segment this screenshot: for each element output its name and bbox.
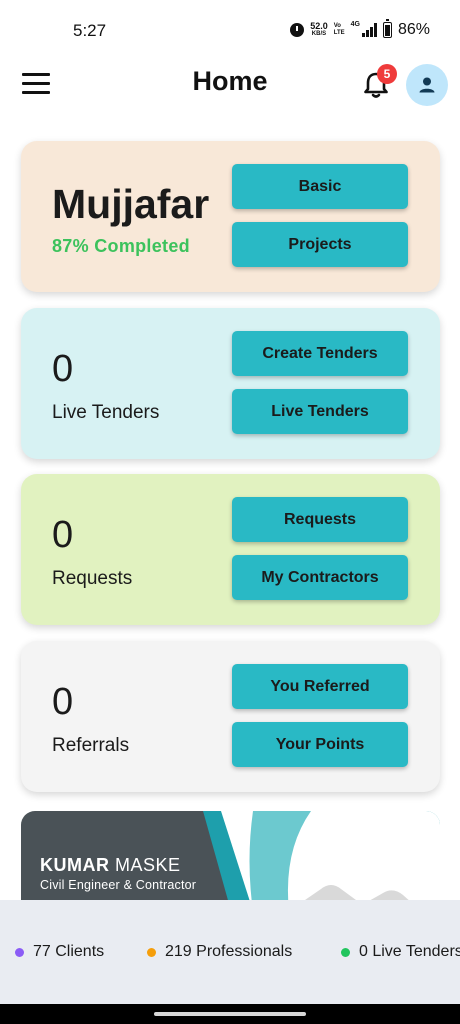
alarm-icon xyxy=(290,23,305,37)
banner-name-rest: MASKE xyxy=(109,855,181,875)
network-type: 4G xyxy=(350,21,360,28)
live-tenders-label: Live Tenders xyxy=(52,402,160,423)
stat-live-tenders: 0 Live Tenders xyxy=(341,943,460,961)
net-speed-unit: KB/S xyxy=(311,31,327,37)
system-nav-bar xyxy=(0,1004,460,1024)
battery-level: 86% xyxy=(397,21,430,38)
requests-label: Requests xyxy=(52,568,133,589)
volte-indicator: Vo LTE xyxy=(334,23,345,37)
banner-name: KUMAR MASKE xyxy=(40,855,181,876)
net-speed: 52.0 KB/S xyxy=(310,22,328,38)
status-indicators: 52.0 KB/S Vo LTE 4G 86% xyxy=(290,19,430,39)
profile-card: Mujjafar 87% Completed Basic Projects xyxy=(21,141,440,292)
stats-ticker: 77 Clients 219 Professionals 0 Live Tend… xyxy=(0,900,460,1004)
profile-completion: 87% Completed xyxy=(52,236,190,256)
notifications-button[interactable]: 5 xyxy=(362,64,397,100)
requests-count: 0 xyxy=(52,514,74,556)
user-name: Mujjafar xyxy=(52,181,210,227)
referrals-count: 0 xyxy=(52,681,74,723)
stat-dot-green xyxy=(341,947,350,957)
your-points-button[interactable]: Your Points xyxy=(232,722,408,767)
projects-button[interactable]: Projects xyxy=(232,222,408,267)
requests-button[interactable]: Requests xyxy=(232,497,408,542)
you-referred-button[interactable]: You Referred xyxy=(232,664,408,709)
stat-live-tenders-text: 0 Live Tenders xyxy=(359,943,460,960)
live-tenders-count: 0 xyxy=(52,348,74,390)
user-icon xyxy=(419,77,435,93)
stat-clients: 77 Clients xyxy=(15,943,104,961)
live-tenders-button[interactable]: Live Tenders xyxy=(232,389,408,434)
signal-icon xyxy=(361,23,377,37)
tenders-card: 0 Live Tenders Create Tenders Live Tende… xyxy=(21,308,440,459)
referrals-card: 0 Referrals You Referred Your Points xyxy=(21,641,440,792)
stat-professionals-text: 219 Professionals xyxy=(165,943,293,960)
battery-icon xyxy=(382,19,392,38)
net-speed-value: 52.0 xyxy=(310,21,328,31)
stat-dot-purple xyxy=(15,947,24,957)
basic-button[interactable]: Basic xyxy=(232,164,408,209)
volte-line1: Vo xyxy=(333,23,341,29)
stat-professionals: 219 Professionals xyxy=(147,943,292,961)
my-contractors-button[interactable]: My Contractors xyxy=(232,555,408,600)
requests-card: 0 Requests Requests My Contractors xyxy=(21,474,440,625)
volte-line2: LTE xyxy=(333,30,345,36)
banner-name-bold: KUMAR xyxy=(40,855,110,875)
banner-subtitle: Civil Engineer & Contractor xyxy=(40,878,197,892)
home-screen: 5:27 52.0 KB/S Vo LTE 4G 86% Home 5 Mujj… xyxy=(0,0,460,1024)
profile-avatar-button[interactable] xyxy=(406,64,448,106)
create-tenders-button[interactable]: Create Tenders xyxy=(232,331,408,376)
notification-badge: 5 xyxy=(377,64,397,84)
home-indicator[interactable] xyxy=(154,1012,306,1016)
stat-dot-orange xyxy=(147,947,156,957)
referrals-label: Referrals xyxy=(52,735,130,756)
app-bar: Home 5 xyxy=(0,62,460,108)
stat-clients-text: 77 Clients xyxy=(33,943,105,960)
status-time: 5:27 xyxy=(73,21,107,40)
promo-banner[interactable]: KUMAR MASKE Civil Engineer & Contractor xyxy=(21,811,440,911)
status-bar: 5:27 52.0 KB/S Vo LTE 4G 86% xyxy=(0,0,460,62)
